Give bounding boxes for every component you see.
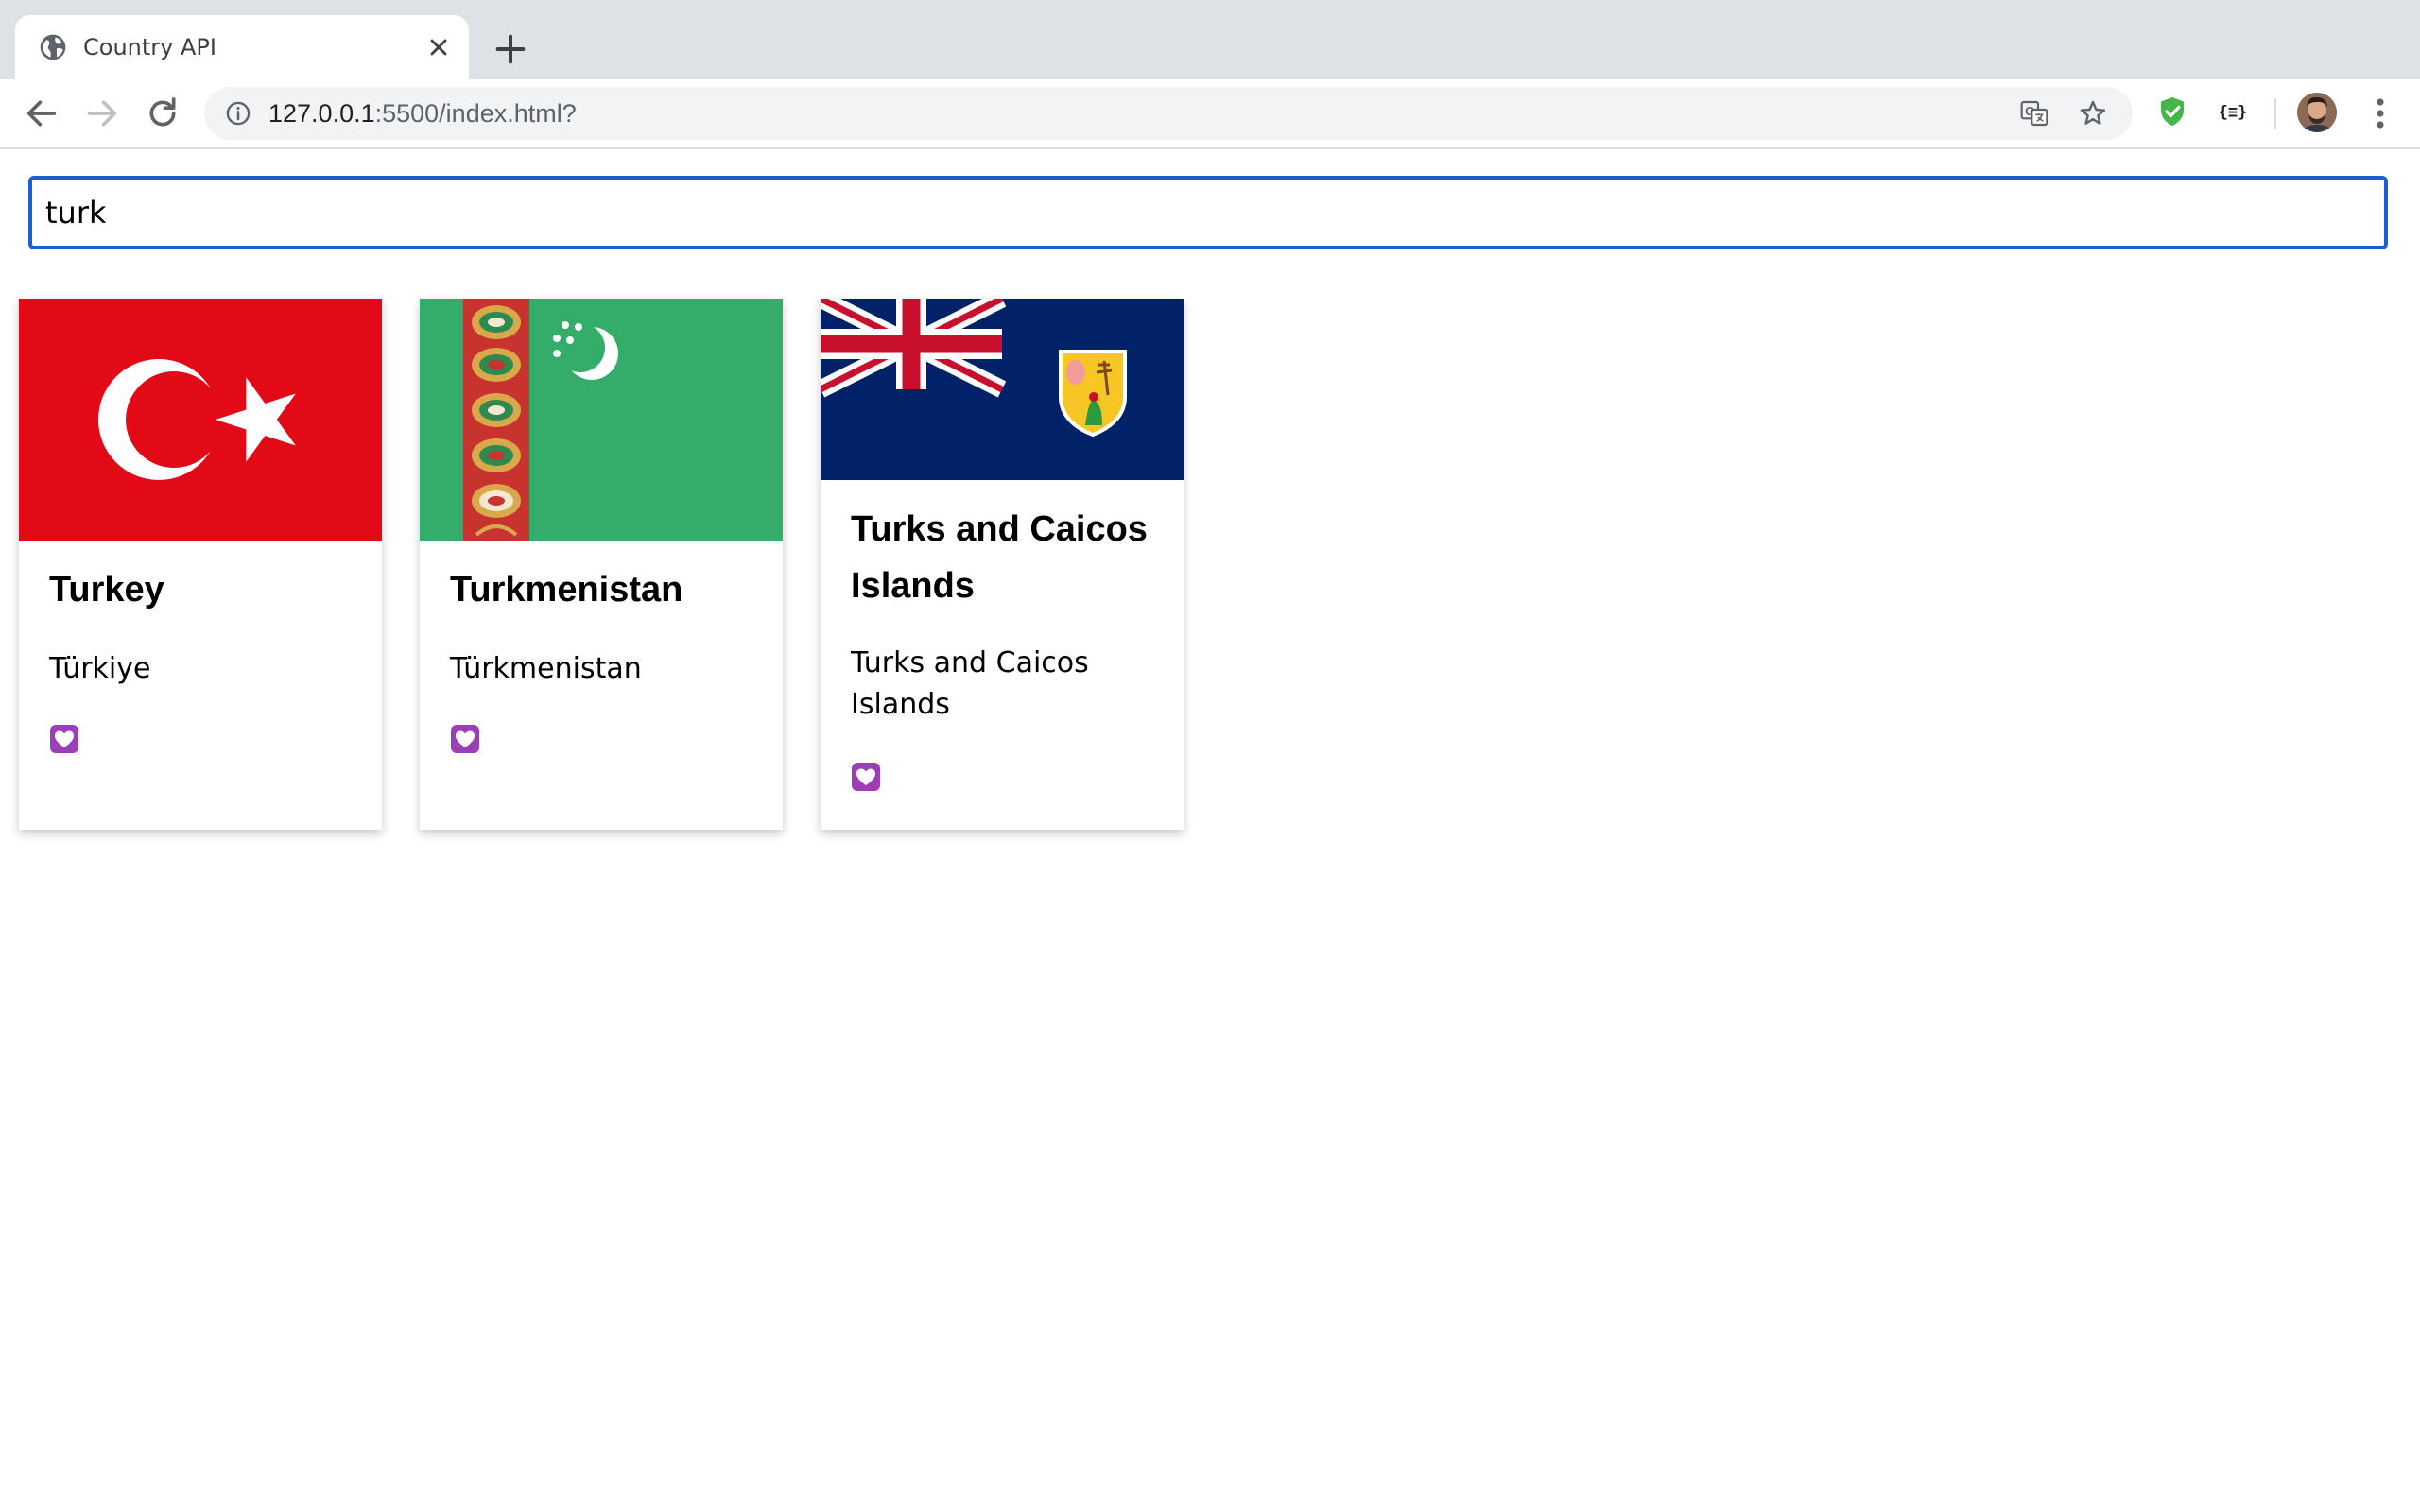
tab-title: Country API bbox=[83, 34, 216, 60]
url-path: :5500/index.html? bbox=[374, 99, 577, 128]
url-host: 127.0.0.1 bbox=[268, 99, 375, 128]
turkmenistan-flag bbox=[420, 299, 783, 541]
country-native-name: Türkiye bbox=[49, 652, 151, 685]
turkey-flag bbox=[19, 299, 382, 541]
union-jack bbox=[821, 299, 1007, 398]
globe-icon bbox=[40, 34, 66, 60]
profile-avatar[interactable] bbox=[2297, 93, 2337, 132]
star-icon[interactable] bbox=[2078, 98, 2108, 129]
country-search-input[interactable] bbox=[28, 176, 2388, 249]
country-name: Turkmenistan bbox=[450, 570, 683, 610]
purple-heart-icon[interactable] bbox=[450, 724, 480, 754]
country-card[interactable]: Turks and Caicos Islands Turks and Caico… bbox=[821, 299, 1184, 830]
country-card[interactable]: Turkmenistan Türkmenistan bbox=[420, 299, 783, 830]
country-card[interactable]: Turkey Türkiye bbox=[19, 299, 382, 830]
translate-icon[interactable]: G bbox=[2019, 98, 2049, 129]
country-name: Turks and Caicos Islands bbox=[851, 509, 1148, 606]
close-icon[interactable] bbox=[425, 34, 452, 60]
country-native-name: Turks and Caicos Islands bbox=[851, 646, 1089, 721]
purple-heart-icon[interactable] bbox=[851, 762, 881, 792]
plus-icon[interactable] bbox=[492, 30, 529, 68]
tab-strip: Country API bbox=[0, 0, 2420, 79]
json-formatter-icon[interactable]: {≡} bbox=[2212, 98, 2254, 127]
back-arrow-icon[interactable] bbox=[23, 94, 60, 132]
shield-check-icon[interactable] bbox=[2155, 94, 2189, 129]
purple-heart-icon[interactable] bbox=[49, 724, 79, 754]
toolbar-separator bbox=[2274, 98, 2276, 129]
url-text: 127.0.0.1:5500/index.html? bbox=[268, 99, 577, 128]
coat-of-arms-shield bbox=[1059, 350, 1127, 438]
reload-icon[interactable] bbox=[144, 94, 182, 132]
info-icon[interactable] bbox=[225, 100, 251, 127]
address-bar[interactable]: 127.0.0.1:5500/index.html? G bbox=[204, 87, 2133, 140]
browser-tab[interactable]: Country API bbox=[15, 15, 469, 79]
turks-caicos-flag bbox=[821, 299, 1184, 480]
browser-toolbar: 127.0.0.1:5500/index.html? G bbox=[0, 79, 2420, 149]
avatar-photo bbox=[2297, 93, 2337, 132]
country-name: Turkey bbox=[49, 570, 164, 610]
forward-arrow-icon[interactable] bbox=[83, 94, 121, 132]
country-native-name: Türkmenistan bbox=[450, 652, 642, 685]
kebab-menu-icon[interactable] bbox=[2365, 94, 2395, 132]
